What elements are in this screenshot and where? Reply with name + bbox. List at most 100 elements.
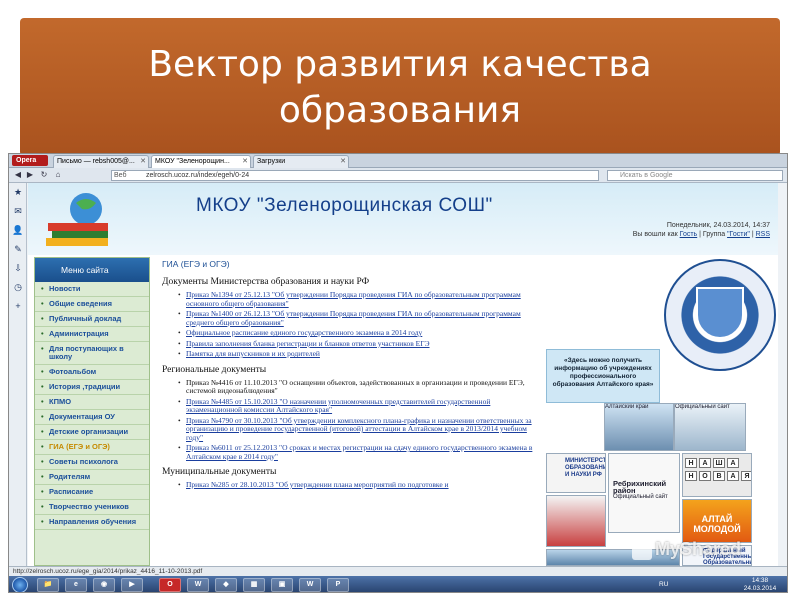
- letter-tile: Н: [685, 471, 697, 481]
- internet-explorer-icon[interactable]: e: [65, 578, 87, 592]
- tab-downloads[interactable]: Загрузки ✕: [253, 155, 349, 168]
- close-icon[interactable]: ✕: [242, 156, 248, 168]
- menu-item-photo-album[interactable]: Фотоальбом: [35, 365, 149, 380]
- slide-title: Вектор развития качества образования: [20, 18, 780, 156]
- document-link[interactable]: Правила заполнения бланка регистрации и …: [186, 339, 430, 348]
- altai-molodoy-banner[interactable]: АЛТАЙ МОЛОДОЙ: [682, 499, 752, 543]
- official-site-label: Официальный сайт: [675, 404, 730, 410]
- reload-icon[interactable]: ↻: [39, 170, 49, 180]
- close-icon[interactable]: ✕: [340, 156, 346, 168]
- document-link[interactable]: Приказ №1394 от 25.12.13 "Об утверждении…: [186, 290, 521, 308]
- back-icon[interactable]: ◀: [13, 170, 23, 180]
- tab-mail[interactable]: Письмо — rebsh005@... ✕: [53, 155, 149, 168]
- bookmarks-icon[interactable]: ★: [9, 183, 27, 202]
- rss-link[interactable]: RSS: [756, 231, 770, 238]
- menu-item-news[interactable]: Новости: [35, 282, 149, 297]
- menu-item-kpmo[interactable]: КПМО: [35, 395, 149, 410]
- watermark-icon: [632, 540, 652, 561]
- document-link[interactable]: Приказ №6011 от 25.12.2013 "О сроках и м…: [186, 443, 532, 461]
- document-link[interactable]: Приказ №4790 от 30.10.2013 "Об утвержден…: [186, 416, 532, 442]
- mail-icon[interactable]: ✉: [9, 202, 27, 221]
- menu-item-creativity[interactable]: Творчество учеников: [35, 500, 149, 515]
- watermark-text: MyShared: [655, 539, 742, 559]
- list-item: Приказ №4416 от 11.10.2013 "О оснащении …: [178, 378, 540, 396]
- language-indicator[interactable]: RU: [659, 581, 668, 588]
- ministry-label: МИНИСТЕРСТВО ОБРАЗОВАНИЯ И НАУКИ РФ: [565, 458, 605, 478]
- clock-time: 14:38: [751, 577, 769, 584]
- windows-taskbar: 📁 e ◉ ▶ O W ◆ ▦ ▣ W P RU 14:38 24.03.201…: [9, 576, 787, 592]
- letter-tile: А: [727, 458, 739, 468]
- media-player-icon[interactable]: ▶: [121, 578, 143, 592]
- letter-tile: А: [699, 458, 711, 468]
- nasha-novaya-shkola-banner[interactable]: Н А Ш А Н О В А Я: [682, 453, 752, 497]
- document-link[interactable]: Приказ №1400 от 26.12.13 "Об утверждении…: [186, 309, 521, 327]
- home-icon[interactable]: ⌂: [53, 170, 63, 180]
- list-item: Приказ №6011 от 25.12.2013 "О сроках и м…: [178, 443, 540, 461]
- add-panel-icon[interactable]: +: [9, 297, 27, 316]
- rebrikha-district-banner[interactable]: Ребрихинский район Официальный сайт: [608, 453, 680, 533]
- menu-item-general-info[interactable]: Общие сведения: [35, 297, 149, 312]
- group-prefix: Группа: [702, 231, 726, 238]
- powerpoint-icon[interactable]: P: [327, 578, 349, 592]
- menu-item-gia[interactable]: ГИА (ЕГЭ и ОГЭ): [35, 440, 149, 455]
- tab-school[interactable]: МКОУ "Зеленорощин... ✕: [151, 155, 251, 168]
- word-doc-icon[interactable]: W: [299, 578, 321, 592]
- app-icon[interactable]: ◆: [215, 578, 237, 592]
- history-icon[interactable]: ◷: [9, 278, 27, 297]
- side-panel-toolbar: ★ ✉ 👤 ✎ ⇩ ◷ +: [9, 183, 27, 566]
- clock-date: 24.03.2014: [743, 585, 777, 592]
- menu-item-directions[interactable]: Направления обучения: [35, 515, 149, 530]
- document-link[interactable]: Памятка для выпускников и их родителей: [186, 349, 320, 358]
- photo-icon[interactable]: ▣: [271, 578, 293, 592]
- menu-item-schedule[interactable]: Расписание: [35, 485, 149, 500]
- status-bar: http://zelrosch.ucoz.ru/ege_gia/2014/pri…: [9, 566, 787, 576]
- document-link[interactable]: Приказ №285 от 28.10.2013 "Об утверждени…: [186, 480, 449, 489]
- menu-item-history[interactable]: История ,традиции: [35, 380, 149, 395]
- paint-icon[interactable]: ▦: [243, 578, 265, 592]
- document-link[interactable]: Приказ №4485 от 15.10.2013 "О назначении…: [186, 397, 490, 415]
- menu-item-public-report[interactable]: Публичный доклад: [35, 312, 149, 327]
- contacts-icon[interactable]: 👤: [9, 221, 27, 240]
- ministry-banner[interactable]: МИНИСТЕРСТВО ОБРАЗОВАНИЯ И НАУКИ РФ: [546, 453, 606, 493]
- coat-of-arms-icon: [696, 287, 744, 339]
- url-text: zelrosch.ucoz.ru/index/egeh/0-24: [146, 172, 250, 179]
- document-list-federal: Приказ №1394 от 25.12.13 "Об утверждении…: [158, 290, 540, 359]
- altai-education-emblem-icon[interactable]: [664, 259, 776, 371]
- list-item: Приказ №4790 от 30.10.2013 "Об утвержден…: [178, 416, 540, 443]
- chrome-icon[interactable]: ◉: [93, 578, 115, 592]
- url-input[interactable]: Веб zelrosch.ucoz.ru/index/egeh/0-24: [111, 170, 599, 181]
- notes-icon[interactable]: ✎: [9, 240, 27, 259]
- opera-icon[interactable]: O: [159, 578, 181, 592]
- menu-item-documents[interactable]: Документация ОУ: [35, 410, 149, 425]
- document-link[interactable]: Официальное расписание единого государст…: [186, 328, 422, 337]
- word-icon[interactable]: W: [187, 578, 209, 592]
- clock[interactable]: 14:38 24.03.2014: [735, 577, 785, 592]
- letter-tile: Н: [685, 458, 697, 468]
- menu-item-parents[interactable]: Родителям: [35, 470, 149, 485]
- guest-link[interactable]: Гость: [680, 231, 698, 238]
- start-button[interactable]: [12, 577, 28, 592]
- vocational-info-banner[interactable]: «Здесь можно получить информацию об учре…: [546, 349, 660, 403]
- region-coat-banner[interactable]: [546, 495, 606, 547]
- document-list-regional: Приказ №4416 от 11.10.2013 "О оснащении …: [158, 378, 540, 462]
- search-input[interactable]: Искать в Google: [607, 170, 783, 181]
- menu-item-admission[interactable]: Для поступающих в школу: [35, 342, 149, 365]
- address-bar: ◀ ▶ ↻ ⌂ Веб zelrosch.ucoz.ru/index/egeh/…: [9, 168, 787, 183]
- forward-icon[interactable]: ▶: [25, 170, 35, 180]
- downloads-icon[interactable]: ⇩: [9, 259, 27, 278]
- official-site-banner[interactable]: Официальный сайт: [674, 403, 746, 451]
- menu-item-psychologist[interactable]: Советы психолога: [35, 455, 149, 470]
- site-menu: Меню сайта Новости Общие сведения Публич…: [34, 257, 150, 566]
- letter-tile: Ш: [713, 458, 725, 468]
- menu-item-children-orgs[interactable]: Детские организации: [35, 425, 149, 440]
- list-item: Официальное расписание единого государст…: [178, 328, 540, 338]
- altai-krai-banner[interactable]: Алтайский край: [604, 403, 674, 451]
- letter-tile: О: [699, 471, 711, 481]
- close-icon[interactable]: ✕: [140, 156, 146, 168]
- group-link[interactable]: "Гости": [727, 231, 750, 238]
- menu-item-administration[interactable]: Администрация: [35, 327, 149, 342]
- section-title-federal: Документы Министерства образования и нау…: [162, 277, 370, 287]
- explorer-icon[interactable]: 📁: [37, 578, 59, 592]
- login-prefix: Вы вошли как: [632, 231, 678, 238]
- opera-menu-button[interactable]: Opera: [12, 155, 48, 166]
